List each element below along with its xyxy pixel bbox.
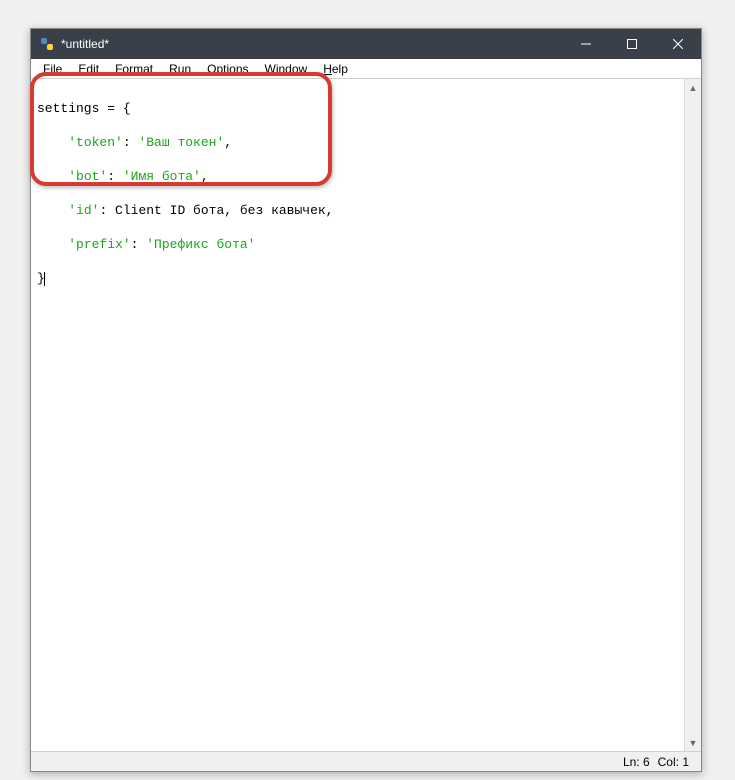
dict-key: 'bot' <box>68 169 107 184</box>
string-value: 'Ваш токен' <box>138 135 224 150</box>
dict-key: 'prefix' <box>68 237 130 252</box>
string-value: 'Имя бота' <box>123 169 201 184</box>
scroll-up-icon[interactable]: ▲ <box>685 79 701 96</box>
menu-options[interactable]: Options <box>199 61 256 77</box>
text-cursor <box>44 272 45 286</box>
plain-value: Client ID бота, без кавычек, <box>115 203 333 218</box>
menu-help[interactable]: Help <box>315 61 356 77</box>
colon: : <box>99 203 115 218</box>
menubar: File Edit Format Run Options Window Help <box>31 59 701 79</box>
colon: : <box>123 135 139 150</box>
menu-file[interactable]: File <box>35 61 70 77</box>
minimize-button[interactable] <box>563 29 609 59</box>
menu-edit[interactable]: Edit <box>70 61 107 77</box>
close-button[interactable] <box>655 29 701 59</box>
indent <box>37 237 68 252</box>
comma: , <box>201 169 209 184</box>
indent <box>37 169 68 184</box>
colon: : <box>107 169 123 184</box>
string-value: 'Префикс бота' <box>146 237 255 252</box>
vertical-scrollbar[interactable]: ▲ ▼ <box>684 79 701 751</box>
indent <box>37 135 68 150</box>
code-editor[interactable]: settings = { 'token': 'Ваш токен', 'bot'… <box>31 79 684 751</box>
window-title: *untitled* <box>61 37 563 51</box>
titlebar: *untitled* <box>31 29 701 59</box>
dict-key: 'id' <box>68 203 99 218</box>
indent <box>37 203 68 218</box>
statusbar: Ln: 6 Col: 1 <box>31 751 701 771</box>
python-icon <box>39 36 55 52</box>
colon: : <box>131 237 147 252</box>
menu-run[interactable]: Run <box>161 61 199 77</box>
menu-format[interactable]: Format <box>107 61 161 77</box>
editor-window: *untitled* File Edit Format Run Options … <box>30 28 702 772</box>
dict-key: 'token' <box>68 135 123 150</box>
window-controls <box>563 29 701 59</box>
code-text: settings = { <box>37 101 131 116</box>
comma: , <box>224 135 232 150</box>
maximize-button[interactable] <box>609 29 655 59</box>
scroll-down-icon[interactable]: ▼ <box>685 734 701 751</box>
status-line: Ln: 6 <box>619 755 654 769</box>
status-col: Col: 1 <box>654 755 693 769</box>
menu-window[interactable]: Window <box>257 61 316 77</box>
editor-area: settings = { 'token': 'Ваш токен', 'bot'… <box>31 79 701 751</box>
